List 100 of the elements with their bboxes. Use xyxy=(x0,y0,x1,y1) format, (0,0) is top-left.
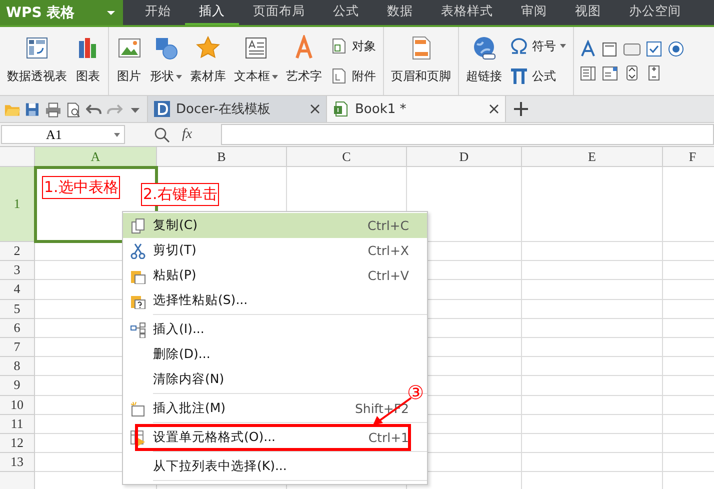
menu-tab[interactable]: 开始 xyxy=(131,0,185,25)
print-preview-icon[interactable] xyxy=(65,100,82,118)
ribbon-icon xyxy=(330,67,348,85)
list-box-icon[interactable] xyxy=(579,64,597,82)
menu-tab[interactable]: 审阅 xyxy=(507,0,561,25)
row-header[interactable]: 3 xyxy=(0,261,35,280)
row-header[interactable]: 13 xyxy=(0,453,35,472)
annotation-label: 2.右键单击 xyxy=(141,183,220,206)
plus-icon[interactable] xyxy=(514,102,528,116)
row-header[interactable]: 9 xyxy=(0,376,35,396)
sheet-cell[interactable] xyxy=(522,261,663,280)
app-menu-button[interactable]: WPS 表格 xyxy=(0,0,123,25)
context-menu-item[interactable]: 从下拉列表中选择(K)... xyxy=(123,454,427,479)
context-menu-item[interactable]: 设置单元格格式(O)... Ctrl+1 xyxy=(123,425,427,450)
menu-tab[interactable]: 页面布局 xyxy=(239,0,319,25)
menu-tab[interactable]: 公式 xyxy=(319,0,373,25)
ribbon-icon xyxy=(510,37,528,55)
ribbon-button[interactable]: 对象 xyxy=(326,35,380,57)
context-menu-item[interactable]: 粘贴(P) Ctrl+V xyxy=(123,263,427,288)
ribbon-button[interactable]: 超链接 xyxy=(462,31,506,91)
sheet-cell[interactable] xyxy=(522,357,663,376)
menu-tab[interactable]: 办公空间 xyxy=(615,0,695,25)
menu-tab[interactable]: 插入 xyxy=(185,0,239,25)
context-menu-item[interactable]: 插入(I)... xyxy=(123,317,427,342)
ribbon-button[interactable]: 文本框 xyxy=(230,31,282,91)
menu-tab[interactable]: 数据 xyxy=(373,0,427,25)
document-tab[interactable]: Book1 * xyxy=(327,96,506,122)
ribbon-button[interactable]: 数据透视表 xyxy=(3,31,71,91)
context-menu-item[interactable]: 复制(C) Ctrl+C xyxy=(123,213,427,238)
sheet-cell[interactable] xyxy=(522,453,663,472)
spreadsheet-icon xyxy=(333,101,349,117)
docer-logo-icon xyxy=(154,101,170,117)
checkbox-icon[interactable] xyxy=(645,40,663,58)
column-header[interactable]: F xyxy=(663,147,714,167)
row-header[interactable] xyxy=(0,472,35,489)
comment-icon xyxy=(130,400,146,416)
ribbon-icon xyxy=(153,35,179,61)
function-button[interactable]: fx xyxy=(182,126,192,142)
sheet-cell[interactable] xyxy=(522,167,663,242)
ribbon-button[interactable]: 艺术字 xyxy=(282,31,326,91)
select-all-corner[interactable] xyxy=(0,147,35,167)
context-menu-item[interactable]: 选择性粘贴(S)... xyxy=(123,288,427,313)
ribbon-button[interactable]: 图片 xyxy=(112,31,146,91)
sheet-cell[interactable] xyxy=(522,318,663,338)
sheet-cell[interactable] xyxy=(522,280,663,300)
column-header[interactable]: C xyxy=(287,147,407,167)
ribbon-button[interactable]: 公式 xyxy=(506,65,570,87)
copy-icon xyxy=(130,218,146,234)
combo-box-icon[interactable] xyxy=(601,64,619,82)
ribbon-button[interactable]: 图表 xyxy=(71,31,105,91)
save-icon[interactable] xyxy=(24,100,41,118)
ribbon-button[interactable]: 形状 xyxy=(146,31,186,91)
row-header[interactable]: 12 xyxy=(0,434,35,454)
sheet-cell[interactable] xyxy=(522,376,663,396)
ribbon-icon xyxy=(471,35,497,61)
column-header[interactable]: B xyxy=(157,147,287,167)
row-header[interactable]: 8 xyxy=(0,357,35,376)
ribbon-button[interactable]: 素材库 xyxy=(186,31,230,91)
row-header[interactable]: 6 xyxy=(0,318,35,338)
ribbon-button[interactable]: 符号 xyxy=(506,35,570,57)
caret-icon xyxy=(272,74,278,78)
sheet-cell[interactable] xyxy=(522,300,663,319)
zoom-icon[interactable] xyxy=(154,126,170,142)
close-icon[interactable] xyxy=(310,104,320,114)
row-header[interactable]: 2 xyxy=(0,242,35,262)
close-icon[interactable] xyxy=(489,104,499,114)
formula-input-field[interactable] xyxy=(221,124,714,145)
row-header[interactable]: 11 xyxy=(0,414,35,434)
menu-tab[interactable]: 表格样式 xyxy=(427,0,507,25)
print-icon[interactable] xyxy=(44,100,62,118)
step-number: ③ xyxy=(407,383,424,403)
ribbon-button[interactable]: 附件 xyxy=(326,65,380,87)
caret-icon xyxy=(114,132,120,136)
menu-tab[interactable]: 视图 xyxy=(561,0,615,25)
cut-icon xyxy=(130,242,146,258)
insert-icon xyxy=(130,322,146,338)
column-header[interactable]: D xyxy=(407,147,522,167)
sheet-cell[interactable] xyxy=(522,338,663,358)
ribbon-icon xyxy=(510,67,528,85)
radio-button-icon[interactable] xyxy=(667,40,685,58)
sheet-cell[interactable] xyxy=(522,242,663,262)
sheet-cell[interactable] xyxy=(522,396,663,415)
context-menu-item[interactable]: 删除(D)... xyxy=(123,342,427,367)
document-tab[interactable]: Docer-在线模板 xyxy=(148,96,327,122)
ribbon-button[interactable]: 页眉和页脚 xyxy=(387,31,455,91)
text-field-icon[interactable] xyxy=(601,40,619,58)
label-icon[interactable] xyxy=(579,40,597,58)
ribbon-icon xyxy=(24,35,50,61)
row-header[interactable]: 5 xyxy=(0,300,35,319)
sheet-cell[interactable] xyxy=(522,414,663,434)
name-box[interactable]: A1 xyxy=(1,125,125,144)
context-menu-item[interactable]: 剪切(T) Ctrl+X xyxy=(123,238,427,263)
row-header[interactable]: 4 xyxy=(0,280,35,300)
row-header[interactable]: 7 xyxy=(0,338,35,358)
row-header[interactable]: 1 xyxy=(0,167,35,242)
ribbon-icon xyxy=(330,37,348,55)
row-header[interactable]: 10 xyxy=(0,396,35,415)
column-header[interactable]: E xyxy=(522,147,663,167)
column-header[interactable]: A xyxy=(35,147,157,167)
sheet-cell[interactable] xyxy=(522,434,663,454)
